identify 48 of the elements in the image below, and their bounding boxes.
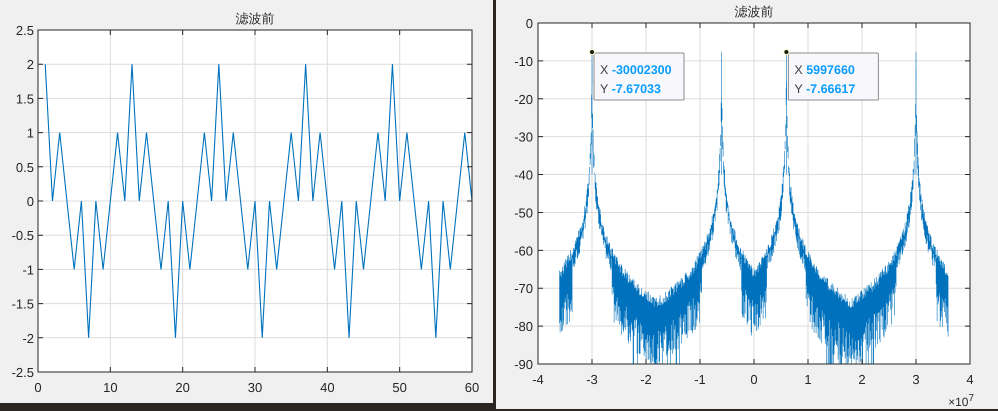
axis-tick-label: -2.5 [12,365,34,380]
axis-tick-label: -30 [514,130,533,145]
axis-tick-label: -2 [640,372,652,387]
axis-tick-label: -10 [514,54,533,69]
data-tip-y-line: Y -7.67033 [600,82,661,96]
axis-tick-label: -1 [694,372,706,387]
axis-tick-label: 3 [912,372,920,387]
axis-tick-label: -80 [514,319,533,334]
axis-tick-label: 10 [103,380,118,395]
axis-tick-label: -0.5 [12,228,34,244]
axis-tick-label: -60 [514,243,533,258]
axis-tick-label: 1 [26,126,34,141]
axis-tick-label: -3 [586,372,598,387]
axis-tick-label: 2 [26,57,34,72]
axis-tick-label: 2.5 [16,23,34,38]
axis-tick-label: 0 [526,16,533,31]
axis-tick-label: -1 [22,262,34,278]
axis-tick-label: 60 [464,380,480,395]
axis-tick-label: -2 [22,330,34,346]
axis-tick-label: -50 [514,205,533,220]
axis-tick-label: 50 [392,380,407,395]
axis-tick-label: 40 [320,380,335,395]
axis-tick-label: 1 [804,372,812,387]
data-tip[interactable]: X -30002300 Y -7.67033 [594,52,684,101]
axis-tick-label: -4 [532,372,544,387]
axis-tick-label: 1.5 [16,91,34,106]
data-tip[interactable]: X 5997660 Y -7.66617 [788,52,879,101]
axis-tick-label: -20 [514,92,533,107]
data-tip-y-line: Y -7.66617 [794,82,856,96]
chart-title: 滤波前 [734,4,774,19]
axis-tick-label: 30 [248,380,262,395]
axis-tick-label: -90 [514,357,533,372]
axis-tick-label: 0 [26,194,34,209]
data-tip-x-line: X -30002300 [600,63,672,78]
axis-exponent-label: ×10$^{7}$ [948,392,974,409]
axis-tick-label: 0.5 [16,160,34,175]
data-tip-x-line: X 5997660 [794,63,855,78]
axis-tick-label: 2 [858,372,866,387]
axis-tick-label: 4 [966,372,974,387]
data-point-marker [783,48,790,56]
axis-tick-label: 0 [34,380,42,395]
axis-tick-label: -70 [514,281,533,296]
axis-tick-label: -1.5 [12,296,34,312]
axis-tick-label: -40 [514,168,533,183]
data-point-marker [588,48,596,56]
chart-title: 滤波前 [236,11,274,26]
axis-tick-label: 0 [750,372,758,387]
axis-tick-label: 20 [175,380,190,395]
